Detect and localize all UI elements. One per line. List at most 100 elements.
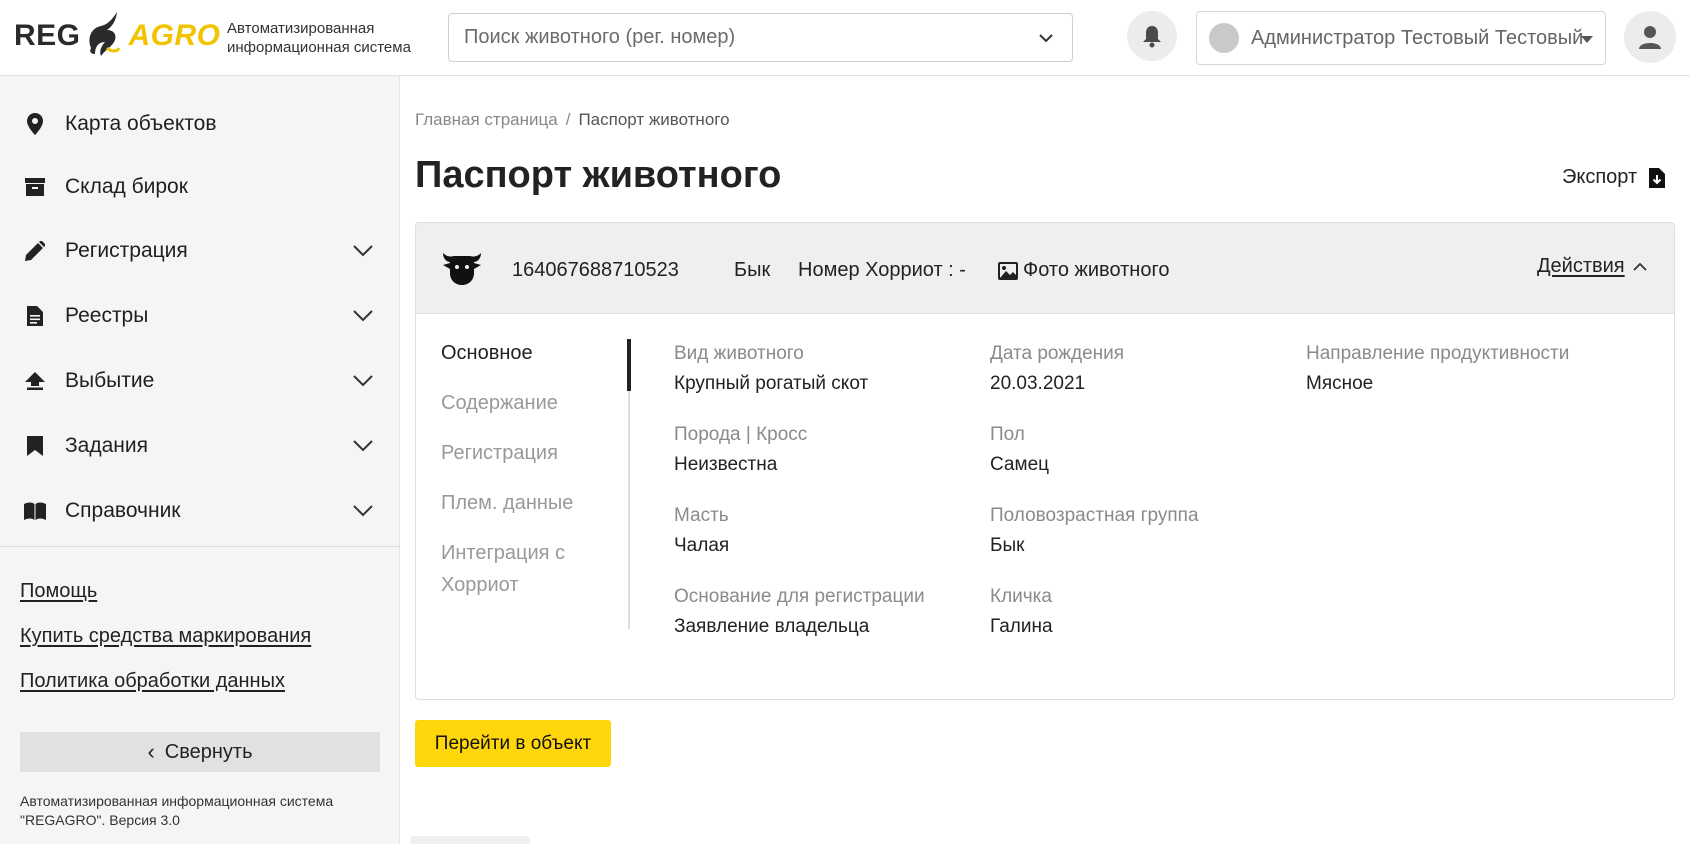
animal-passport-card: 164067688710523 Бык Номер Хорриот : - Фо… bbox=[415, 222, 1675, 700]
field-value: 20.03.2021 bbox=[990, 373, 1086, 394]
sidebar-item-tags-warehouse[interactable]: Склад бирок bbox=[0, 159, 400, 215]
subtitle-line-2: информационная система bbox=[227, 39, 411, 56]
collapse-sidebar-button[interactable]: ‹ Свернуть bbox=[20, 732, 380, 772]
caret-down-icon bbox=[1581, 36, 1593, 43]
animal-photo-link[interactable]: Фото животного bbox=[998, 259, 1169, 282]
tab-main[interactable]: Основное bbox=[441, 337, 621, 369]
field-animal-species: Вид животного Крупный рогатый скот bbox=[674, 343, 868, 395]
subtitle-line-1: Автоматизированная bbox=[227, 20, 375, 37]
field-label: Основание для регистрации bbox=[674, 586, 925, 607]
tab-keeping[interactable]: Содержание bbox=[441, 387, 621, 419]
tab-breeding-data[interactable]: Плем. данные bbox=[441, 487, 621, 519]
sidebar-item-label: Задания bbox=[65, 434, 148, 457]
logo-agro-text: AGRO bbox=[128, 19, 221, 52]
breadcrumb-current: Паспорт животного bbox=[578, 110, 730, 129]
field-label: Половозрастная группа bbox=[990, 505, 1199, 526]
version-info: Автоматизированная информационная систем… bbox=[20, 792, 380, 830]
field-coat-color: Масть Чалая bbox=[674, 505, 729, 557]
bookmark-icon bbox=[24, 435, 46, 457]
chevron-down-icon[interactable] bbox=[1036, 28, 1056, 48]
top-header: REG AGRO Автоматизированная информационн… bbox=[0, 0, 1690, 76]
tab-registration[interactable]: Регистрация bbox=[441, 437, 621, 469]
sidebar-item-registries[interactable]: Реестры bbox=[0, 288, 400, 344]
animal-search[interactable] bbox=[448, 13, 1073, 62]
export-button[interactable]: Экспорт bbox=[1562, 166, 1666, 189]
field-value: Заявление владельца bbox=[674, 616, 870, 637]
search-input[interactable] bbox=[449, 14, 1009, 61]
sidebar-item-label: Карта объектов bbox=[65, 112, 217, 135]
field-label: Кличка bbox=[990, 586, 1052, 607]
help-link[interactable]: Помощь bbox=[20, 580, 97, 603]
bottom-element-edge bbox=[410, 836, 530, 844]
field-label: Направление продуктивности bbox=[1306, 343, 1570, 364]
field-nickname: Кличка Галина bbox=[990, 586, 1053, 638]
go-to-object-button[interactable]: Перейти в объект bbox=[415, 720, 611, 767]
field-age-sex-group: Половозрастная группа Бык bbox=[990, 505, 1199, 557]
field-value: Галина bbox=[990, 616, 1053, 637]
breadcrumb-home[interactable]: Главная страница bbox=[415, 110, 558, 129]
field-registration-basis: Основание для регистрации Заявление влад… bbox=[674, 586, 925, 638]
chevron-down-icon bbox=[353, 440, 373, 452]
sidebar-item-registration[interactable]: Регистрация bbox=[0, 223, 400, 279]
sidebar-item-label: Регистрация bbox=[65, 239, 188, 262]
document-icon bbox=[24, 305, 46, 327]
horriot-number: Номер Хорриот : - bbox=[798, 259, 966, 281]
file-download-icon bbox=[1649, 167, 1666, 188]
sidebar-item-tasks[interactable]: Задания bbox=[0, 418, 400, 474]
field-label: Пол bbox=[990, 424, 1025, 445]
actions-label: Действия bbox=[1537, 255, 1625, 277]
registration-number: 164067688710523 bbox=[512, 259, 679, 281]
chevron-down-icon bbox=[353, 310, 373, 322]
breadcrumb: Главная страница / Паспорт животного bbox=[415, 110, 730, 130]
map-pin-icon bbox=[24, 113, 46, 135]
field-value: Мясное bbox=[1306, 373, 1374, 394]
chevron-down-icon bbox=[353, 375, 373, 387]
image-icon bbox=[998, 261, 1018, 280]
bull-logo-icon bbox=[88, 12, 120, 56]
field-breed: Порода | Кросс Неизвестна bbox=[674, 424, 807, 476]
active-tab-indicator bbox=[627, 339, 631, 391]
chevron-down-icon bbox=[353, 505, 373, 517]
photo-label: Фото животного bbox=[1023, 259, 1170, 281]
tab-horriot-integration[interactable]: Интеграция с Хорриот bbox=[441, 537, 621, 601]
upload-icon bbox=[24, 370, 46, 392]
archive-box-icon bbox=[24, 176, 46, 198]
logo[interactable]: REG AGRO bbox=[14, 6, 221, 66]
field-value: Крупный рогатый скот bbox=[674, 373, 869, 394]
page-title: Паспорт животного bbox=[415, 154, 782, 196]
field-birth-date: Дата рождения 20.03.2021 bbox=[990, 343, 1124, 395]
sidebar-item-disposal[interactable]: Выбытие bbox=[0, 353, 400, 409]
logo-reg-text: REG bbox=[14, 19, 81, 52]
field-value: Самец bbox=[990, 454, 1050, 475]
buy-marking-link[interactable]: Купить средства маркирования bbox=[20, 625, 311, 648]
sidebar-item-label: Реестры bbox=[65, 304, 149, 327]
field-value: Чалая bbox=[674, 535, 730, 556]
sidebar-item-label: Справочник bbox=[65, 499, 181, 522]
sidebar-divider bbox=[0, 546, 400, 547]
user-dropdown[interactable]: Администратор Тестовый Тестовый bbox=[1196, 11, 1606, 65]
export-label: Экспорт bbox=[1562, 166, 1638, 188]
user-avatar-dot bbox=[1209, 23, 1239, 53]
breadcrumb-separator: / bbox=[565, 110, 571, 129]
field-label: Масть bbox=[674, 505, 729, 526]
field-productivity-direction: Направление продуктивности Мясное bbox=[1306, 343, 1569, 395]
field-value: Бык bbox=[990, 535, 1025, 556]
field-label: Дата рождения bbox=[990, 343, 1125, 364]
field-label: Вид животного bbox=[674, 343, 804, 364]
book-icon bbox=[24, 500, 46, 522]
sidebar-item-map[interactable]: Карта объектов bbox=[0, 96, 400, 152]
profile-button[interactable] bbox=[1624, 11, 1676, 63]
field-label: Порода | Кросс bbox=[674, 424, 808, 445]
user-icon bbox=[1639, 26, 1661, 49]
field-value: Неизвестна bbox=[674, 454, 778, 475]
bell-icon bbox=[1143, 26, 1161, 48]
privacy-policy-link[interactable]: Политика обработки данных bbox=[20, 670, 285, 693]
pencil-icon bbox=[24, 240, 46, 262]
actions-toggle[interactable]: Действия bbox=[1537, 255, 1647, 278]
sidebar-item-reference[interactable]: Справочник bbox=[0, 483, 400, 539]
chevron-up-icon bbox=[1633, 262, 1647, 271]
notifications-button[interactable] bbox=[1127, 11, 1177, 61]
sidebar-item-label: Выбытие bbox=[65, 369, 155, 392]
collapse-label: Свернуть bbox=[164, 740, 253, 763]
chevron-left-icon: ‹ bbox=[147, 739, 155, 764]
